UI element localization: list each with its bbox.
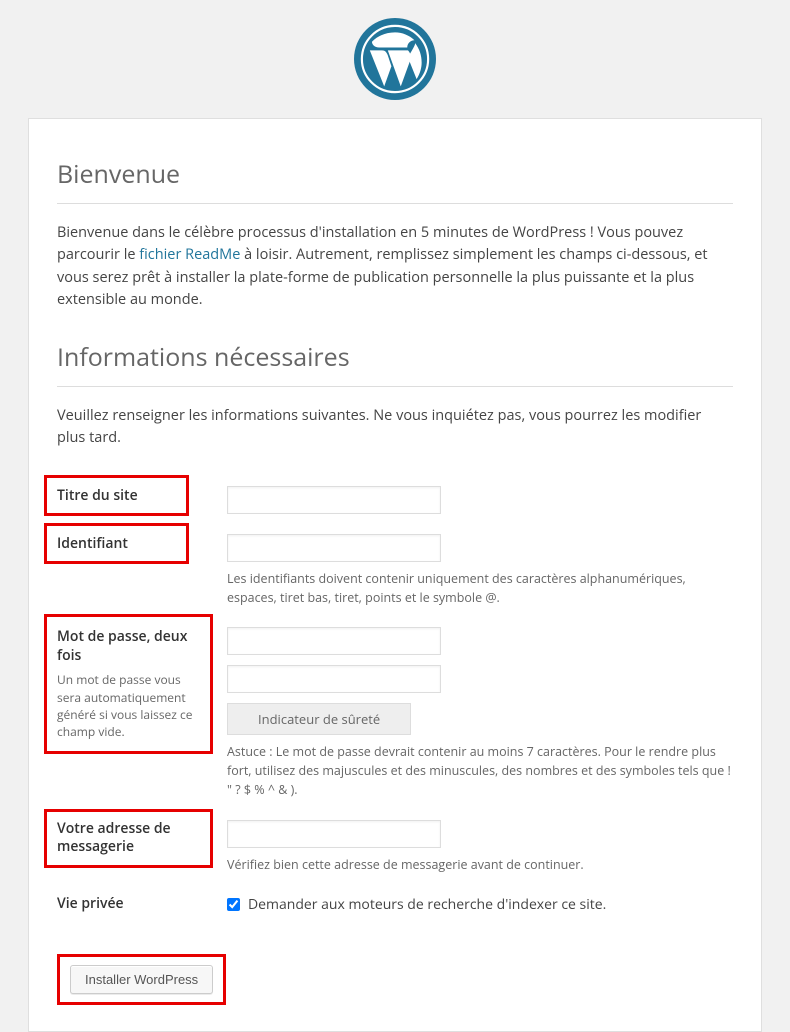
email-label: Votre adresse de messagerie (44, 809, 213, 869)
site-title-label: Titre du site (44, 475, 189, 516)
password-sublabel: Un mot de passe vous sera automatiquemen… (57, 671, 200, 741)
password-hint: Astuce : Le mot de passe devrait conteni… (227, 743, 733, 799)
intro-paragraph: Bienvenue dans le célèbre processus d'in… (57, 222, 733, 312)
password-strength-indicator: Indicateur de sûreté (227, 703, 411, 735)
wordpress-logo-icon (354, 18, 436, 100)
username-desc: Les identifiants doivent contenir unique… (227, 570, 733, 608)
password-label: Mot de passe, deux fois (57, 627, 200, 665)
privacy-checkbox[interactable] (227, 898, 240, 911)
password-input-1[interactable] (227, 627, 441, 655)
privacy-label: Vie privée (57, 884, 227, 926)
privacy-checkbox-label[interactable]: Demander aux moteurs de recherche d'inde… (227, 895, 606, 914)
username-label: Identifiant (44, 523, 189, 564)
email-desc: Vérifiez bien cette adresse de messageri… (227, 856, 733, 875)
password-input-2[interactable] (227, 665, 441, 693)
install-panel: Bienvenue Bienvenue dans le célèbre proc… (28, 118, 762, 1032)
info-subtext: Veuillez renseigner les informations sui… (57, 405, 733, 450)
email-input[interactable] (227, 820, 441, 848)
install-wordpress-button[interactable]: Installer WordPress (70, 965, 213, 994)
readme-link[interactable]: fichier ReadMe (139, 245, 240, 264)
password-label-box: Mot de passe, deux fois Un mot de passe … (44, 614, 213, 754)
wordpress-logo-wrap (0, 0, 790, 118)
heading-welcome: Bienvenue (57, 139, 733, 204)
install-form-table: Titre du site Identifiant Les identifian… (57, 476, 733, 927)
submit-highlight-box: Installer WordPress (57, 954, 226, 1005)
username-input[interactable] (227, 534, 441, 562)
heading-info: Informations nécessaires (57, 322, 733, 387)
submit-row: Installer WordPress (57, 954, 733, 1005)
site-title-input[interactable] (227, 486, 441, 514)
privacy-checkbox-text: Demander aux moteurs de recherche d'inde… (248, 895, 606, 914)
